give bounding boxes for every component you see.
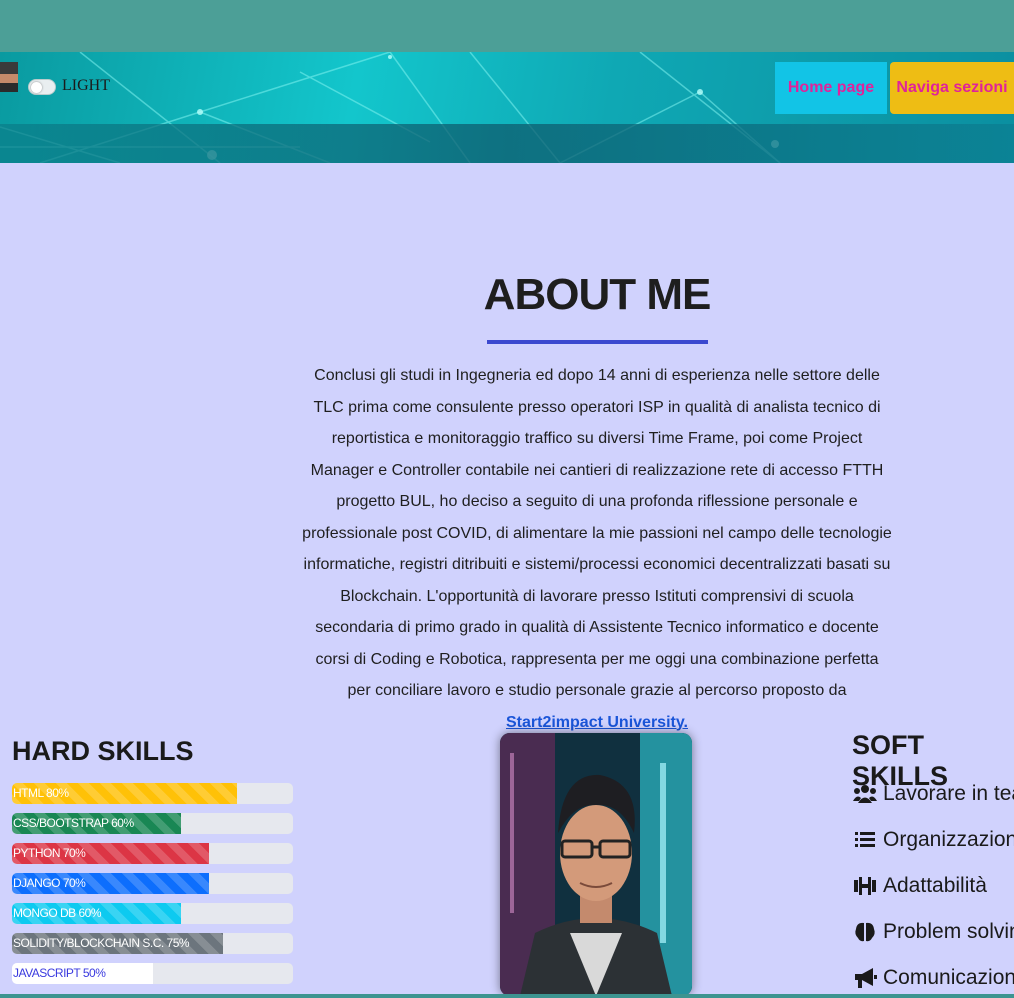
soft-skill-label: Lavorare in team <box>883 782 1014 805</box>
header-banner: LIGHT Home page Naviga sezioni <box>0 52 1014 163</box>
soft-skill-label: Organizzazione <box>883 828 1014 851</box>
skill-bar-label: MONGO DB 60% <box>13 906 102 920</box>
nav-sections-button[interactable]: Naviga sezioni <box>890 62 1014 114</box>
profile-photo <box>500 733 692 996</box>
skill-bar-label: DJANGO 70% <box>13 876 86 890</box>
soft-skill-item: Problem solving <box>852 920 1014 944</box>
skill-bar-label: HTML 80% <box>13 786 69 800</box>
soft-skill-item: Comunicazione <box>852 966 1014 990</box>
brain-icon <box>852 920 878 944</box>
nav-home-button[interactable]: Home page <box>775 62 887 114</box>
hard-skills-title: HARD SKILLS <box>12 736 194 766</box>
top-strip <box>0 0 1014 52</box>
skill-bar: MONGO DB 60% <box>12 903 293 924</box>
soft-skill-item: Adattabilità <box>852 874 987 898</box>
theme-toggle[interactable] <box>28 79 56 95</box>
skill-bar: PYTHON 70% <box>12 843 293 864</box>
skill-bar-label: SOLIDITY/BLOCKCHAIN S.C. 75% <box>13 936 190 950</box>
soft-skill-label: Problem solving <box>883 920 1014 943</box>
soft-skill-item: Lavorare in team <box>852 782 1014 806</box>
users-icon <box>852 782 878 806</box>
dumbbell-icon <box>852 874 878 898</box>
soft-skill-label: Adattabilità <box>883 874 987 897</box>
start2impact-link[interactable]: Start2impact University. <box>506 714 688 731</box>
about-text: Conclusi gli studi in Ingegneria ed dopo… <box>302 367 892 699</box>
skill-bar: SOLIDITY/BLOCKCHAIN S.C. 75% <box>12 933 293 954</box>
about-title: ABOUT ME <box>483 270 712 319</box>
skill-bar-label: JAVASCRIPT 50% <box>13 966 106 980</box>
bottom-border <box>0 994 1014 998</box>
list-icon <box>852 828 878 852</box>
soft-skill-label: Comunicazione <box>883 966 1014 989</box>
soft-skill-item: Organizzazione <box>852 828 1014 852</box>
megaphone-icon <box>852 966 878 990</box>
banner-lower-band <box>0 124 1014 163</box>
skill-bar: DJANGO 70% <box>12 873 293 894</box>
skill-bar: HTML 80% <box>12 783 293 804</box>
skill-bar: JAVASCRIPT 50% <box>12 963 293 984</box>
portrait-illustration <box>500 733 692 996</box>
theme-toggle-label: LIGHT <box>62 77 110 94</box>
skill-bar: CSS/BOOTSTRAP 60% <box>12 813 293 834</box>
avatar <box>0 62 18 92</box>
about-paragraph: Conclusi gli studi in Ingegneria ed dopo… <box>302 360 892 738</box>
skill-bar-label: PYTHON 70% <box>13 846 86 860</box>
skill-bar-label: CSS/BOOTSTRAP 60% <box>13 816 134 830</box>
toggle-knob <box>31 82 42 93</box>
title-underline <box>487 340 708 344</box>
